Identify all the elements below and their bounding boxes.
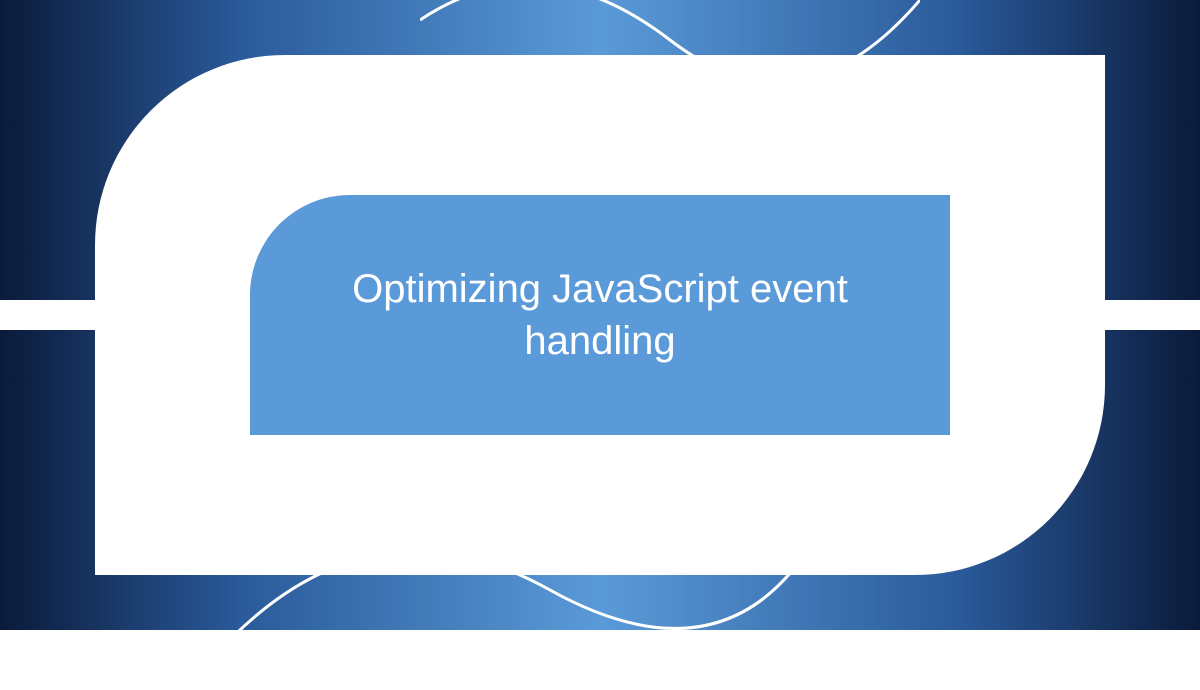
- hero-title: Optimizing JavaScript event handling: [310, 263, 890, 367]
- horizontal-band-left: [0, 300, 95, 330]
- title-panel: Optimizing JavaScript event handling: [250, 195, 950, 435]
- horizontal-band-right: [1105, 300, 1200, 330]
